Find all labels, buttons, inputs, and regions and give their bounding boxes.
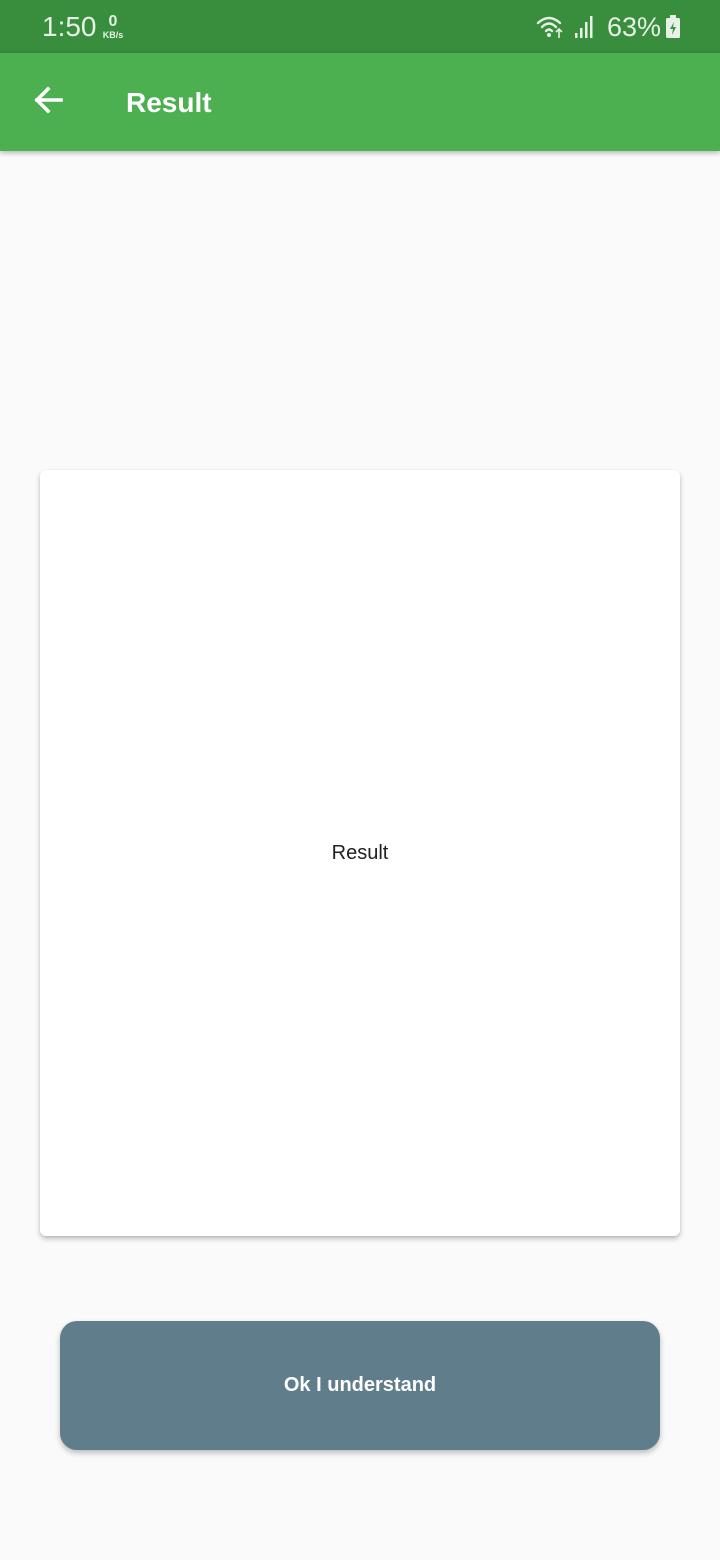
network-speed: 0 KB/s	[100, 14, 126, 40]
battery-percent: 63%	[607, 12, 662, 42]
back-button[interactable]	[24, 78, 72, 126]
ok-understand-label: Ok I understand	[283, 1374, 437, 1396]
app-bar: Result	[0, 53, 720, 151]
status-time: 1:50	[42, 11, 97, 42]
result-card: Result	[40, 470, 680, 1236]
signal-icon	[574, 15, 596, 44]
result-text: Result	[331, 841, 389, 864]
arrow-back-icon	[32, 84, 64, 121]
network-speed-unit: KB/s	[102, 30, 124, 40]
page-title: Result	[126, 87, 212, 118]
network-speed-value: 0	[108, 13, 118, 30]
battery-charging-icon	[665, 15, 681, 44]
ok-understand-button[interactable]: Ok I understand	[60, 1321, 660, 1450]
status-bar: 1:50 0 KB/s 63%	[0, 0, 720, 53]
wifi-icon	[536, 14, 566, 45]
